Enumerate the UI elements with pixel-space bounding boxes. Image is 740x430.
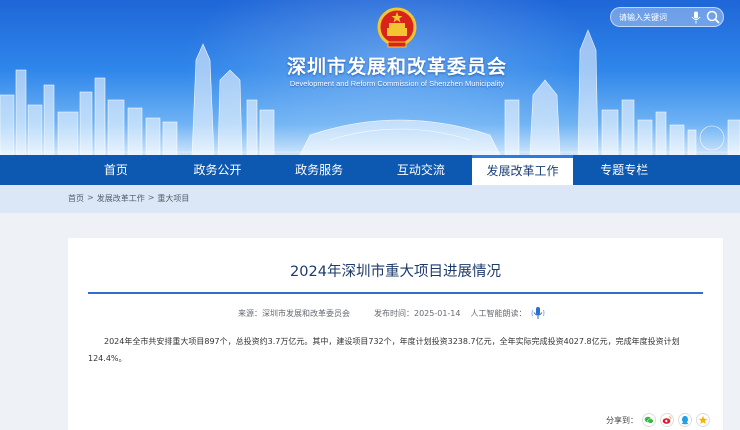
favorite-icon[interactable] (696, 413, 710, 427)
header-banner: 深圳市发展和改革委员会 Development and Reform Commi… (0, 0, 740, 155)
wechat-icon[interactable] (642, 413, 656, 427)
site-title: 深圳市发展和改革委员会 (286, 56, 507, 78)
weibo-icon[interactable] (660, 413, 674, 427)
national-emblem-icon (377, 7, 417, 48)
article-card: 2024年深圳市重大项目进展情况 来源：深圳市发展和改革委员会 发布时间：202… (68, 238, 723, 430)
qq-icon[interactable] (678, 413, 692, 427)
nav-item-special-topics[interactable]: 专题专栏 (573, 155, 675, 185)
site-subtitle: Development and Reform Commission of She… (289, 79, 505, 88)
nav-item-interaction[interactable]: 互动交流 (370, 155, 472, 185)
breadcrumb: 首页 > 发展改革工作 > 重大项目 (68, 193, 189, 204)
article-body: 2024年全市共安排重大项目897个，总投资约3.7万亿元。其中，建设项目732… (88, 337, 680, 363)
nav-item-development-reform[interactable]: 发展改革工作 (471, 155, 574, 185)
ai-reader-label: 人工智能朗读： (470, 308, 527, 318)
search-box (610, 7, 724, 27)
article-meta: 来源：深圳市发展和改革委员会 发布时间：2025-01-14 人工智能朗读： (238, 306, 545, 320)
nav-item-government-affairs[interactable]: 政务公开 (167, 155, 269, 185)
audio-reader-icon[interactable] (531, 306, 545, 320)
article-title: 2024年深圳市重大项目进展情况 (290, 264, 501, 280)
breadcrumb-bar: 首页 > 发展改革工作 > 重大项目 (0, 185, 740, 213)
share-bar: 分享到： (606, 412, 710, 428)
breadcrumb-separator: > (147, 193, 155, 202)
search-input[interactable] (619, 11, 689, 24)
title-divider (88, 292, 703, 294)
search-icon[interactable] (706, 10, 720, 24)
nav-item-government-services[interactable]: 政务服务 (268, 155, 370, 185)
breadcrumb-home[interactable]: 首页 (68, 193, 84, 204)
article-source: 来源：深圳市发展和改革委员会 (238, 308, 350, 318)
breadcrumb-development-reform[interactable]: 发展改革工作 (97, 193, 145, 204)
breadcrumb-major-projects[interactable]: 重大项目 (157, 193, 189, 204)
article-date: 发布时间：2025-01-14 (374, 308, 461, 318)
nav-item-home[interactable]: 首页 (65, 155, 167, 185)
nav-inner: 首页 政务公开 政务服务 互动交流 发展改革工作 专题专栏 (65, 155, 675, 185)
main-navigation: 首页 政务公开 政务服务 互动交流 发展改革工作 专题专栏 (0, 155, 740, 185)
breadcrumb-separator: > (87, 193, 94, 202)
share-label: 分享到： (606, 415, 638, 425)
microphone-icon[interactable] (691, 11, 701, 24)
